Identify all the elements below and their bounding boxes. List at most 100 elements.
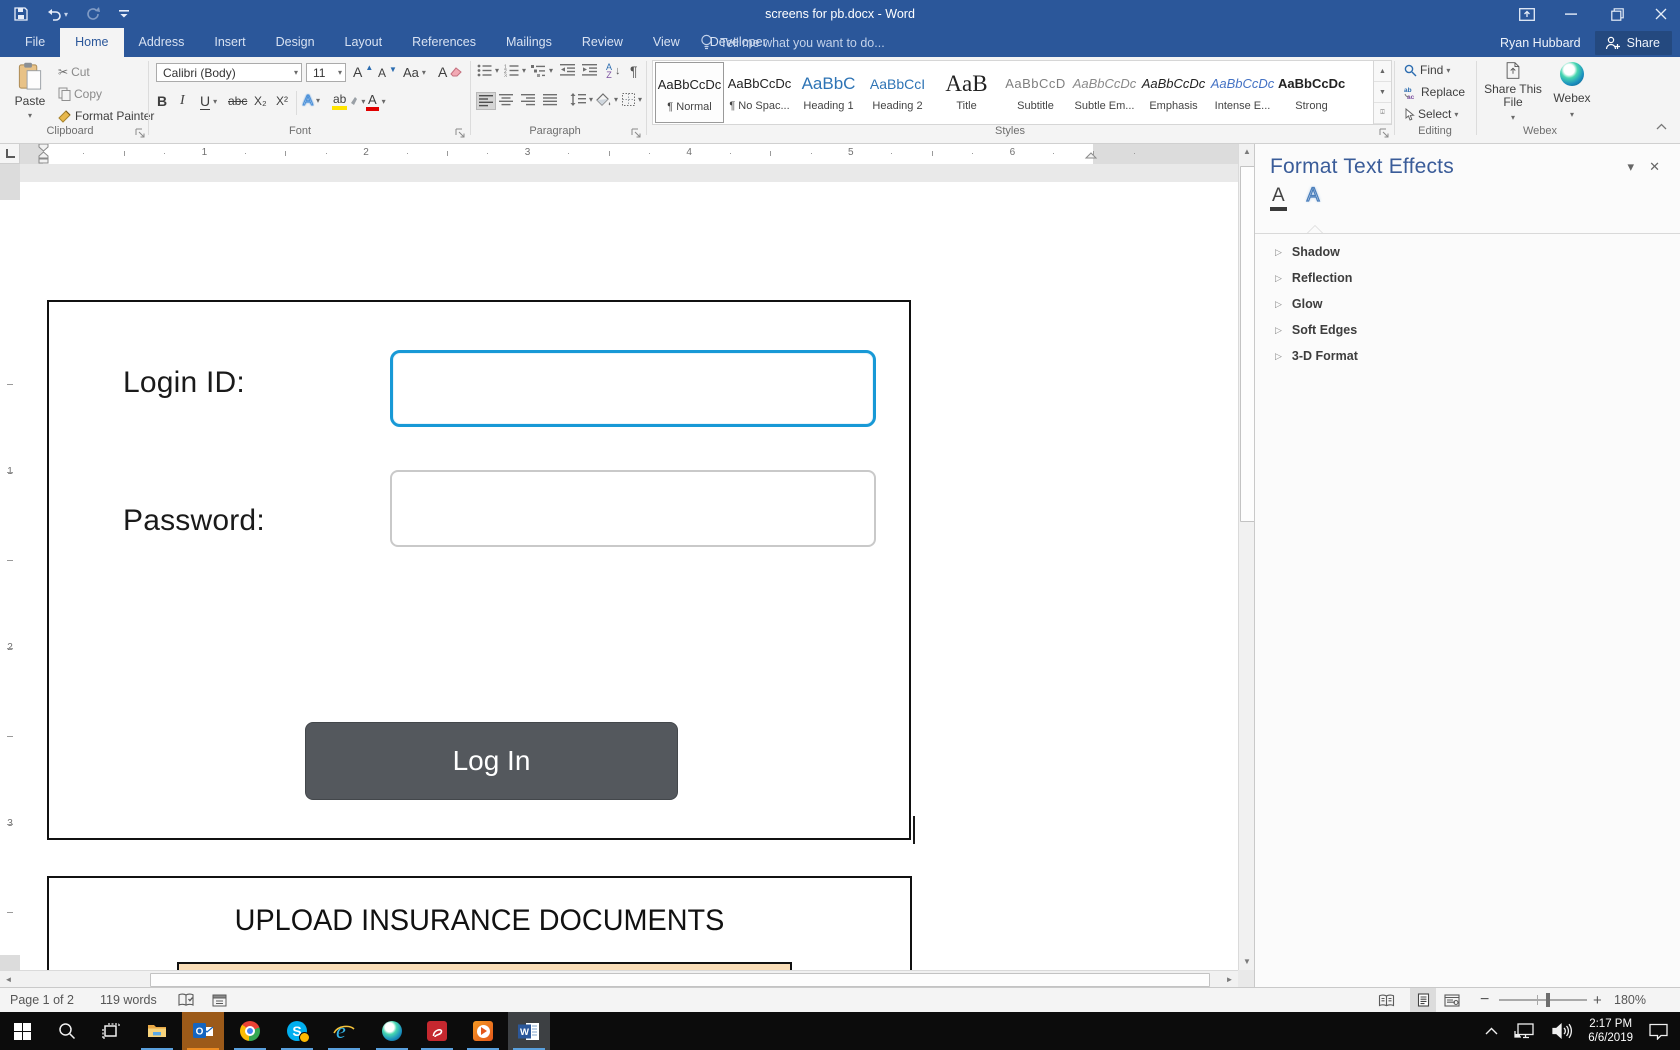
minimize-button[interactable]	[1554, 0, 1588, 28]
style-subtle-em[interactable]: AaBbCcDcSubtle Em...	[1071, 62, 1138, 121]
taskbar-clock[interactable]: 2:17 PM 6/6/2019	[1588, 1017, 1633, 1045]
tell-me-box[interactable]: Tell me what you want to do...	[700, 28, 885, 57]
font-name-combobox[interactable]: Calibri (Body)▾	[156, 63, 302, 82]
shading-button[interactable]: ▾	[596, 93, 618, 106]
task-view-button[interactable]	[90, 1012, 132, 1050]
font-size-combobox[interactable]: 11▾	[306, 63, 346, 82]
internet-explorer-button[interactable]: e	[323, 1012, 365, 1050]
grow-font-button[interactable]: A▲	[353, 64, 373, 80]
tab-insert[interactable]: Insert	[199, 28, 260, 57]
outlook-button[interactable]: O	[182, 1012, 224, 1050]
borders-button[interactable]: ▾	[622, 93, 642, 106]
acrobat-button[interactable]	[416, 1012, 458, 1050]
tab-home[interactable]: Home	[60, 28, 123, 57]
ribbon-display-options-button[interactable]	[1510, 0, 1544, 28]
increase-indent-button[interactable]	[582, 64, 597, 76]
text-effects-button[interactable]: A▾	[303, 92, 320, 109]
pane-section-reflection[interactable]: ▷Reflection	[1275, 265, 1352, 291]
document-page[interactable]: Login ID: Password: Log In UPLOAD INSURA…	[20, 182, 1238, 970]
style-title[interactable]: AaBTitle	[933, 62, 1000, 121]
paste-button[interactable]: Paste ▾	[8, 62, 52, 120]
style-subtitle[interactable]: AaBbCcDSubtitle	[1002, 62, 1069, 121]
align-left-button[interactable]	[476, 92, 496, 110]
italic-button[interactable]: I	[180, 93, 185, 109]
tab-layout[interactable]: Layout	[330, 28, 398, 57]
zoom-out-button[interactable]: −	[1480, 988, 1489, 1012]
cut-button[interactable]: ✂ Cut	[58, 65, 90, 79]
style-heading-2[interactable]: AaBbCcIHeading 2	[864, 62, 931, 121]
sort-button[interactable]: AZ ↓	[606, 63, 621, 79]
restore-button[interactable]	[1600, 0, 1634, 28]
chrome-button[interactable]	[229, 1012, 271, 1050]
format-painter-button[interactable]: Format Painter	[58, 109, 154, 123]
tab-references[interactable]: References	[397, 28, 491, 57]
pane-options-arrow[interactable]: ▾	[1627, 159, 1634, 175]
scroll-down-button[interactable]: ▼	[1239, 953, 1255, 970]
pane-section-soft-edges[interactable]: ▷Soft Edges	[1275, 317, 1357, 343]
strikethrough-button[interactable]: abc	[228, 94, 247, 108]
undo-button[interactable]: ▾	[46, 8, 68, 21]
style-strong[interactable]: AaBbCcDcStrong	[1278, 62, 1345, 121]
tab-review[interactable]: Review	[567, 28, 638, 57]
zoom-slider-track[interactable]	[1499, 999, 1587, 1001]
close-button[interactable]	[1644, 0, 1678, 28]
print-layout-view-button[interactable]	[1410, 988, 1436, 1012]
tab-selector-box[interactable]	[0, 143, 20, 164]
superscript-button[interactable]: X²	[276, 94, 288, 108]
collapse-ribbon-button[interactable]	[1656, 123, 1667, 130]
taskbar-search-button[interactable]	[46, 1012, 88, 1050]
numbering-button[interactable]: 123▾	[504, 64, 526, 77]
webex-button[interactable]: Webex ▾	[1546, 62, 1598, 122]
action-center-icon[interactable]	[1649, 1023, 1668, 1040]
scroll-right-button[interactable]: ►	[1221, 971, 1238, 987]
horizontal-scroll-thumb[interactable]	[150, 973, 1210, 987]
vertical-ruler[interactable]: 123	[0, 164, 20, 970]
webex-taskbar-button[interactable]	[371, 1012, 413, 1050]
text-effects-tab[interactable]: A	[1305, 185, 1322, 211]
indent-markers[interactable]	[35, 143, 53, 164]
paragraph-dialog-launcher[interactable]	[630, 127, 642, 139]
start-button[interactable]	[1, 1012, 43, 1050]
clear-formatting-button[interactable]: A	[438, 64, 462, 80]
tab-mailings[interactable]: Mailings	[491, 28, 567, 57]
shrink-font-button[interactable]: A▼	[378, 66, 397, 80]
style-no-spac[interactable]: AaBbCcDc¶ No Spac...	[726, 62, 793, 121]
horizontal-ruler[interactable]: 123456	[20, 143, 1238, 164]
pane-section-glow[interactable]: ▷Glow	[1275, 291, 1322, 317]
zoom-slider-thumb[interactable]	[1546, 993, 1550, 1007]
bold-button[interactable]: B	[157, 93, 167, 109]
horizontal-scrollbar[interactable]: ◄ ►	[0, 970, 1238, 987]
font-dialog-launcher[interactable]	[454, 127, 466, 139]
share-button[interactable]: Share	[1595, 31, 1672, 55]
zoom-percentage[interactable]: 180%	[1614, 988, 1646, 1012]
gallery-scroll-up-button[interactable]: ▲	[1374, 61, 1391, 82]
font-color-button[interactable]: A▾	[366, 92, 386, 111]
customize-qat-button[interactable]	[119, 9, 129, 19]
save-icon[interactable]	[14, 7, 28, 21]
right-indent-marker[interactable]	[1084, 151, 1098, 160]
macro-recording-icon[interactable]	[212, 988, 227, 1012]
style-emphasis[interactable]: AaBbCcDcEmphasis	[1140, 62, 1207, 121]
clipboard-dialog-launcher[interactable]	[134, 127, 146, 139]
style-heading-1[interactable]: AaBbCHeading 1	[795, 62, 862, 121]
read-mode-view-button[interactable]	[1378, 988, 1395, 1012]
pane-section-3-d-format[interactable]: ▷3-D Format	[1275, 343, 1358, 369]
network-icon[interactable]	[1514, 1023, 1536, 1040]
change-case-button[interactable]: Aa▾	[403, 65, 426, 80]
decrease-indent-button[interactable]	[560, 64, 575, 76]
proofing-status-icon[interactable]	[178, 988, 194, 1012]
paste-dropdown-arrow[interactable]: ▾	[28, 111, 32, 120]
highlight-color-button[interactable]: ab ▾	[332, 92, 365, 110]
word-count[interactable]: 119 words	[100, 988, 157, 1012]
justify-button[interactable]	[543, 94, 557, 106]
share-this-file-dropdown[interactable]: ▾	[1511, 113, 1515, 122]
password-input[interactable]	[390, 470, 876, 547]
zoom-in-button[interactable]: +	[1593, 988, 1602, 1012]
skype-button[interactable]: S	[276, 1012, 318, 1050]
bullets-button[interactable]: ▾	[477, 64, 499, 77]
underline-button[interactable]: U▾	[200, 93, 217, 110]
media-player-button[interactable]	[462, 1012, 504, 1050]
subscript-button[interactable]: X₂	[254, 94, 267, 108]
tab-file[interactable]: File	[10, 28, 60, 57]
undo-dropdown-arrow[interactable]: ▾	[64, 10, 68, 19]
